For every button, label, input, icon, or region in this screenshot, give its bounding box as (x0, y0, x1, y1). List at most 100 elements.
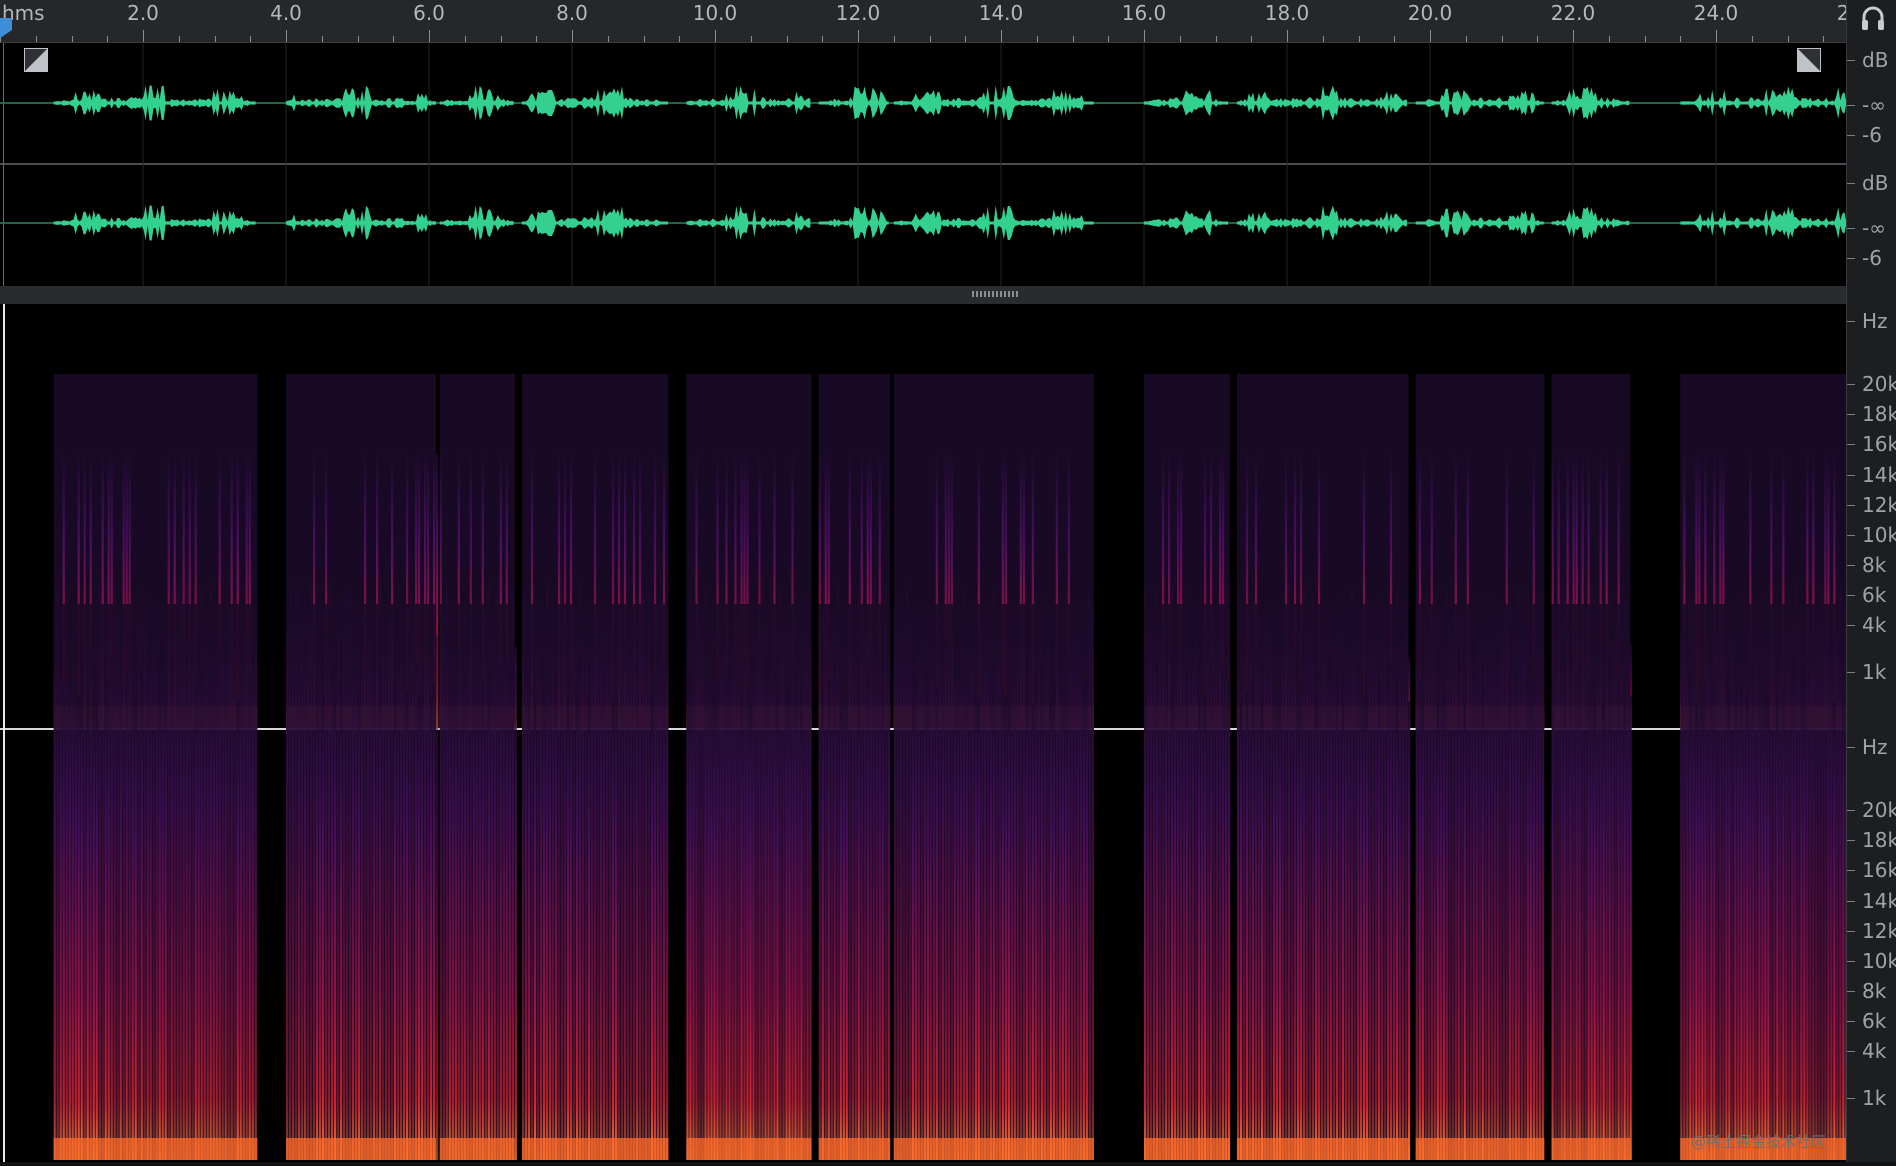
spectral-streak (385, 629, 388, 1160)
spectral-streak (1052, 689, 1055, 1160)
spectral-streak (1299, 683, 1303, 1160)
view-splitter[interactable] (0, 286, 1846, 304)
waveform-segment (893, 205, 1094, 241)
spectral-streak (1415, 633, 1418, 1160)
spectral-streak (1245, 691, 1249, 1160)
spectral-streak (152, 608, 155, 1160)
waveform-editor[interactable] (0, 43, 1896, 286)
spectral-streak (653, 674, 657, 1160)
ruler-tick (1322, 36, 1324, 42)
waveform-segment (1680, 86, 1896, 120)
spectral-streak (908, 612, 911, 1160)
spectral-streak (233, 608, 236, 1160)
splitter-grip[interactable] (972, 291, 1018, 297)
spectral-streak (926, 691, 929, 1160)
spectral-streak (1590, 679, 1593, 1160)
spectral-streak (998, 640, 1001, 1160)
spectral-streak (707, 677, 710, 1160)
spectral-streak (59, 670, 62, 1160)
spectral-streak (1192, 643, 1195, 1160)
spectral-streak (1626, 656, 1629, 1160)
spectral-streak (1782, 687, 1785, 1160)
spectral-streak (1520, 628, 1523, 1160)
spectral-streak (397, 637, 400, 1160)
spectral-streak (113, 629, 116, 1160)
spectral-streak (149, 653, 152, 1160)
spectral-streak (358, 687, 361, 1160)
spectral-streak (505, 662, 508, 1160)
spectral-streak (1499, 614, 1502, 1160)
spectral-streak (851, 638, 854, 1160)
spectral-streak (1010, 658, 1013, 1160)
scale-tick (1847, 1098, 1855, 1100)
ruler-tick (572, 30, 573, 42)
spectral-streak (445, 633, 448, 1160)
spectral-streak (1219, 631, 1222, 1160)
headphones-icon[interactable] (1858, 3, 1888, 33)
spectral-streak (206, 643, 209, 1160)
spectral-streak (719, 641, 722, 1160)
time-ruler[interactable]: hms 2.0 4.0 6.0 8.0 10.0 12.0 14.0 16.0 18.0 20.0… (0, 0, 1896, 43)
waveform-segment (1236, 85, 1407, 121)
fade-in-handle-icon[interactable] (24, 48, 48, 72)
spectral-streak (740, 692, 743, 1160)
waveform-canvas[interactable] (0, 43, 1896, 286)
waveform-segment (1144, 209, 1228, 237)
spectral-streak (1442, 693, 1445, 1160)
spectral-streak (905, 614, 908, 1160)
spectral-streak (1629, 695, 1632, 1160)
spectral-streak (367, 623, 370, 1160)
waveform-segment (1144, 89, 1228, 117)
spectral-streak (1034, 678, 1037, 1160)
spectral-streak (1374, 630, 1378, 1160)
spectral-streak (382, 611, 385, 1160)
spectral-streak (743, 656, 746, 1160)
spectral-low-band (893, 1138, 1094, 1160)
spectral-streak (860, 634, 863, 1160)
spectral-frequency-display[interactable] (0, 304, 1896, 1162)
spectrogram-canvas[interactable] (0, 304, 1896, 1162)
spectral-streak (911, 697, 914, 1160)
scale-tick (1847, 564, 1855, 566)
ruler-tick (178, 36, 180, 42)
spectral-streak (1058, 663, 1061, 1160)
spectral-streak (941, 663, 944, 1160)
spectral-streak (698, 608, 701, 1160)
spectral-streak (779, 617, 782, 1160)
spectral-streak (1806, 652, 1809, 1160)
spectral-streak (932, 646, 935, 1160)
spectral-streak (137, 608, 140, 1160)
spectral-streak (1091, 620, 1094, 1160)
scale-tick (1847, 60, 1855, 61)
spectral-streak (1407, 701, 1411, 1160)
scale-label: Hz (1862, 309, 1888, 333)
spectral-streak (692, 659, 695, 1160)
spectral-streak (569, 668, 573, 1160)
spectral-streak (761, 631, 764, 1160)
spectral-streak (1159, 621, 1162, 1160)
spectral-streak (854, 632, 857, 1160)
ruler-tick (1430, 30, 1431, 42)
spectral-streak (524, 650, 528, 1160)
spectral-streak (590, 633, 594, 1160)
scale-label: -6 (1862, 123, 1882, 147)
spectral-streak (1842, 694, 1845, 1160)
spectral-streak (1144, 687, 1147, 1160)
spectral-streak (695, 641, 698, 1160)
spectral-streak (295, 605, 298, 1160)
scale-label: 14k (1862, 462, 1896, 487)
spectral-streak (1596, 652, 1599, 1160)
spectral-streak (307, 610, 310, 1160)
spectral-streak (1022, 632, 1025, 1160)
spectral-streak (56, 616, 59, 1160)
spectral-streak (460, 653, 463, 1160)
spectral-streak (1472, 655, 1475, 1160)
spectral-streak (1560, 648, 1563, 1160)
spectral-streak (1156, 664, 1159, 1160)
spectral-streak (1079, 655, 1082, 1160)
spectral-streak (581, 633, 585, 1160)
fade-out-handle-icon[interactable] (1797, 48, 1821, 72)
spectral-streak (992, 678, 995, 1160)
spectral-streak (530, 604, 534, 1160)
spectral-streak (599, 648, 603, 1160)
